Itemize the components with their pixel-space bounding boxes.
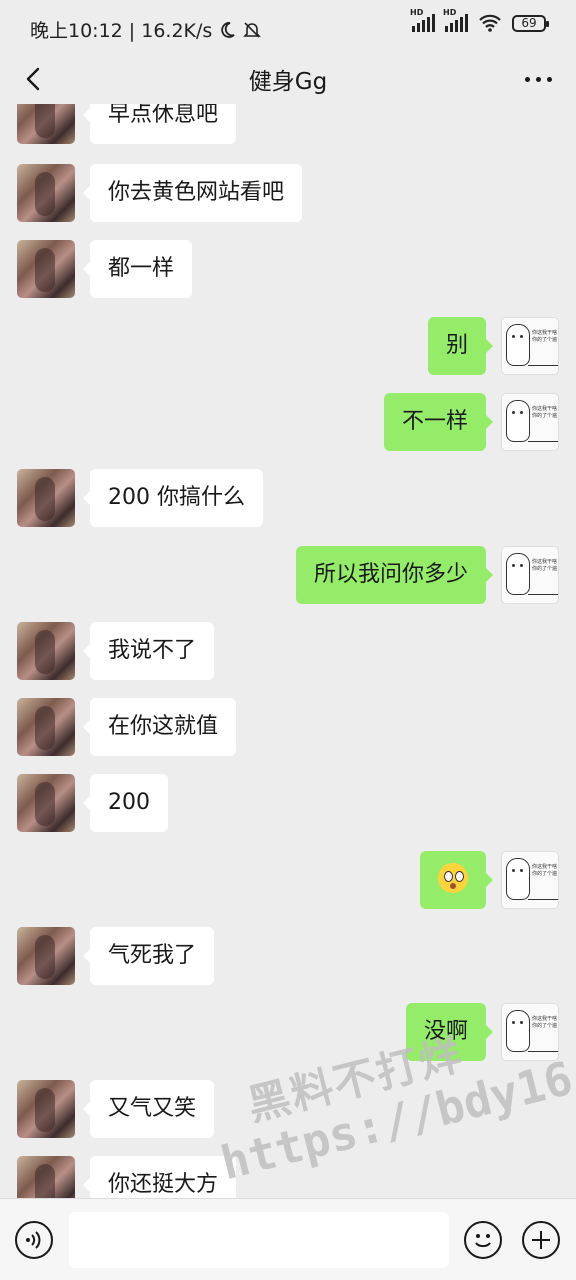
chat-message-list[interactable]: 早点休息吧 你去黄色网站看吧 都一样 你这我干啥 你的了个遍 别 你这我干啥 你… [0, 104, 576, 1198]
contact-avatar[interactable] [17, 104, 75, 144]
message-bubble[interactable]: 200 你搞什么 [83, 469, 263, 527]
message-row: 都一样 [17, 240, 193, 298]
emoji-button[interactable] [464, 1221, 502, 1259]
my-avatar[interactable]: 你这我干啥 你的了个遍 [501, 851, 559, 909]
my-avatar[interactable]: 你这我干啥 你的了个遍 [501, 546, 559, 604]
contact-avatar[interactable] [17, 1156, 75, 1198]
message-bubble[interactable]: 不一样 [383, 393, 494, 451]
message-bubble[interactable]: 我说不了 [82, 622, 215, 680]
contact-avatar[interactable] [17, 164, 75, 222]
contact-avatar[interactable] [17, 240, 75, 298]
message-bubble[interactable]: 你还挺大方 [82, 1156, 237, 1198]
message-row: 早点休息吧 [17, 104, 237, 144]
message-bubble[interactable] [420, 851, 493, 909]
message-row: 你这我干啥 你的了个遍 所以我问你多少 [295, 546, 559, 604]
smiley-icon [475, 1234, 491, 1248]
message-row: 在你这就值 [17, 698, 237, 756]
moon-icon [221, 21, 235, 38]
message-bubble[interactable]: 没啊 [405, 1003, 494, 1061]
message-row: 你还挺大方 [17, 1156, 237, 1198]
avatar-sticker-text: 你这我干啥 你的了个遍 [532, 559, 558, 572]
status-time-speed: 晚上10:12 | 16.2K/s [30, 20, 213, 42]
mute-bell-icon [243, 21, 262, 38]
my-avatar[interactable]: 你这我干啥 你的了个遍 [501, 393, 559, 451]
message-row: 你这我干啥 你的了个遍 没啊 [405, 1003, 559, 1061]
avatar-sticker-text: 你这我干啥 你的了个遍 [532, 1016, 558, 1029]
battery-level: 69 [521, 16, 537, 30]
avatar-sticker-text: 你这我干啥 你的了个遍 [532, 864, 558, 877]
message-bubble[interactable]: 200 [83, 774, 168, 832]
message-bubble[interactable]: 气死我了 [82, 927, 215, 985]
message-row: 200 你搞什么 [17, 469, 263, 527]
contact-avatar[interactable] [17, 774, 75, 832]
contact-avatar[interactable] [17, 1080, 75, 1138]
message-bubble[interactable]: 你去黄色网站看吧 [82, 164, 303, 222]
message-bubble[interactable]: 早点休息吧 [82, 104, 237, 144]
more-dot-icon [546, 76, 552, 82]
message-bubble[interactable]: 在你这就值 [82, 698, 237, 756]
avatar-sticker-text: 你这我干啥 你的了个遍 [532, 330, 558, 343]
signal-2-icon: HD [443, 8, 468, 32]
hd-label-1: HD [410, 8, 424, 17]
status-right: HD HD 69 [410, 8, 549, 32]
contact-avatar[interactable] [17, 927, 75, 985]
voice-input-button[interactable] [15, 1221, 53, 1259]
status-left: 晚上10:12 | 16.2K/s [30, 16, 262, 43]
contact-avatar[interactable] [17, 469, 75, 527]
message-row: 又气又笑 [17, 1080, 215, 1138]
message-row: 气死我了 [17, 927, 215, 985]
message-bubble[interactable]: 所以我问你多少 [295, 546, 494, 604]
flushed-face-emoji-icon [438, 863, 468, 893]
more-dot-icon [524, 76, 530, 82]
message-row: 你这我干啥 你的了个遍 [420, 851, 559, 909]
message-bubble[interactable]: 都一样 [82, 240, 193, 298]
hd-label-2: HD [443, 8, 457, 17]
chat-title: 健身Gg [248, 69, 328, 95]
status-bar: 晚上10:12 | 16.2K/s HD HD 69 [0, 0, 576, 56]
message-row: 你这我干啥 你的了个遍 不一样 [383, 393, 559, 451]
message-row: 200 [17, 774, 168, 832]
contact-avatar[interactable] [17, 622, 75, 680]
my-avatar[interactable]: 你这我干啥 你的了个遍 [501, 317, 559, 375]
input-toolbar [0, 1198, 576, 1280]
more-dot-icon [535, 76, 541, 82]
contact-avatar[interactable] [17, 698, 75, 756]
my-avatar[interactable]: 你这我干啥 你的了个遍 [501, 1003, 559, 1061]
message-bubble[interactable]: 又气又笑 [82, 1080, 215, 1138]
message-row: 你去黄色网站看吧 [17, 164, 303, 222]
message-bubble[interactable]: 别 [427, 317, 494, 375]
wifi-icon [479, 14, 501, 32]
voice-icon [26, 1231, 41, 1249]
message-input[interactable] [69, 1212, 449, 1268]
message-row: 我说不了 [17, 622, 215, 680]
chat-header: 健身Gg [0, 56, 576, 102]
message-row: 你这我干啥 你的了个遍 别 [427, 317, 559, 375]
avatar-sticker-text: 你这我干啥 你的了个遍 [532, 406, 558, 419]
battery-icon: 69 [512, 14, 549, 32]
more-options-button[interactable] [518, 62, 558, 96]
more-functions-button[interactable] [522, 1221, 560, 1259]
signal-1-icon: HD [410, 8, 435, 32]
